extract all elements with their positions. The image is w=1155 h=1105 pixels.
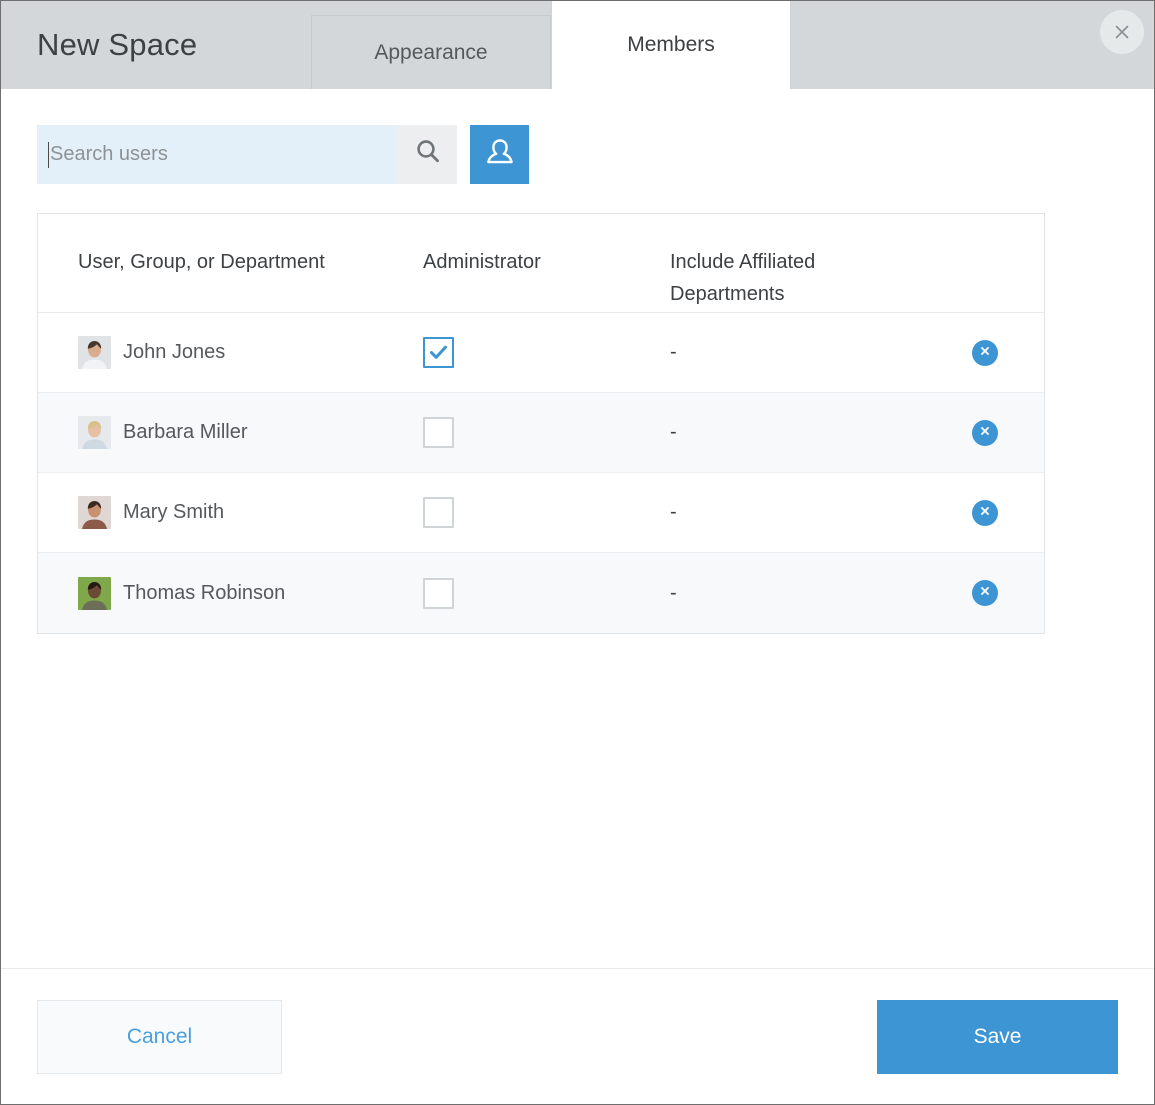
table-header-row: User, Group, or Department Administrator… [38, 214, 1044, 313]
person-icon [482, 134, 518, 175]
member-name: Barbara Miller [123, 421, 248, 443]
close-button[interactable] [1100, 10, 1144, 54]
avatar [78, 496, 111, 529]
include-affiliated-cell: - [670, 582, 920, 605]
include-affiliated-value: - [670, 341, 677, 363]
close-icon [979, 344, 991, 362]
include-affiliated-value: - [670, 421, 677, 443]
member-name: Thomas Robinson [123, 581, 286, 604]
dialog-header: New Space Appearance Members [1, 1, 1154, 89]
text-caret [48, 141, 49, 168]
actions-cell [920, 499, 1044, 526]
include-affiliated-cell: - [670, 341, 920, 364]
administrator-checkbox[interactable] [423, 337, 454, 368]
member-name: Mary Smith [123, 501, 225, 523]
member-cell: Barbara Miller [38, 416, 423, 449]
search-row: Search users [37, 125, 1118, 184]
column-header-include-affiliated: Include Affiliated Departments [670, 246, 920, 310]
search-button[interactable] [398, 125, 457, 184]
include-affiliated-value: - [670, 581, 677, 604]
include-affiliated-cell: - [670, 421, 920, 444]
close-icon [1113, 23, 1131, 41]
add-user-button[interactable] [470, 125, 529, 184]
close-icon [979, 424, 991, 442]
remove-member-button[interactable] [972, 499, 998, 526]
search-placeholder: Search users [50, 143, 168, 165]
administrator-cell [423, 417, 670, 448]
administrator-cell [423, 337, 670, 368]
remove-member-button[interactable] [972, 339, 998, 366]
close-icon [979, 504, 991, 522]
page-title: New Space [37, 27, 198, 62]
close-icon [979, 584, 991, 602]
administrator-cell [423, 497, 670, 528]
save-button[interactable]: Save [877, 999, 1118, 1074]
dialog-footer: Cancel Save [1, 968, 1154, 1104]
tab-appearance[interactable]: Appearance [311, 15, 551, 89]
member-cell: John Jones [38, 336, 423, 369]
dialog-body: Search users User, Group, or Department … [1, 89, 1154, 968]
actions-cell [920, 339, 1044, 366]
member-cell: Thomas Robinson [38, 576, 423, 610]
column-header-include-affiliated-line2: Departments [670, 283, 785, 305]
members-table: User, Group, or Department Administrator… [37, 213, 1045, 634]
table-row: Thomas Robinson - [38, 553, 1044, 633]
table-row: Barbara Miller - [38, 393, 1044, 473]
tab-members[interactable]: Members [551, 1, 791, 89]
avatar [78, 336, 111, 369]
title-area: New Space [1, 1, 311, 89]
administrator-cell [423, 577, 670, 609]
search-icon [413, 137, 443, 172]
actions-cell [920, 419, 1044, 446]
cancel-button-label: Cancel [126, 1024, 193, 1048]
column-header-user: User, Group, or Department [78, 251, 325, 273]
column-header-administrator: Administrator [423, 251, 541, 273]
search-input[interactable]: Search users [37, 125, 398, 184]
save-button-label: Save [973, 1024, 1022, 1048]
avatar [78, 576, 111, 610]
administrator-checkbox[interactable] [423, 577, 454, 609]
table-row: John Jones - [38, 313, 1044, 393]
table-body: John Jones - Barbara Miller - Mary Smith - Tho… [38, 313, 1044, 633]
tab-bar: Appearance Members [311, 1, 791, 89]
tab-appearance-label: Appearance [374, 40, 488, 64]
cancel-button[interactable]: Cancel [37, 999, 282, 1074]
remove-member-button[interactable] [972, 419, 998, 446]
new-space-dialog: New Space Appearance Members Search user… [0, 0, 1155, 1105]
administrator-checkbox[interactable] [423, 417, 454, 448]
column-header-include-affiliated-line1: Include Affiliated [670, 251, 816, 273]
tab-members-label: Members [627, 33, 715, 56]
administrator-checkbox[interactable] [423, 497, 454, 528]
member-cell: Mary Smith [38, 496, 423, 529]
avatar [78, 416, 111, 449]
remove-member-button[interactable] [972, 580, 998, 606]
actions-cell [920, 580, 1044, 606]
include-affiliated-value: - [670, 501, 677, 523]
include-affiliated-cell: - [670, 501, 920, 524]
table-row: Mary Smith - [38, 473, 1044, 553]
member-name: John Jones [123, 341, 226, 363]
